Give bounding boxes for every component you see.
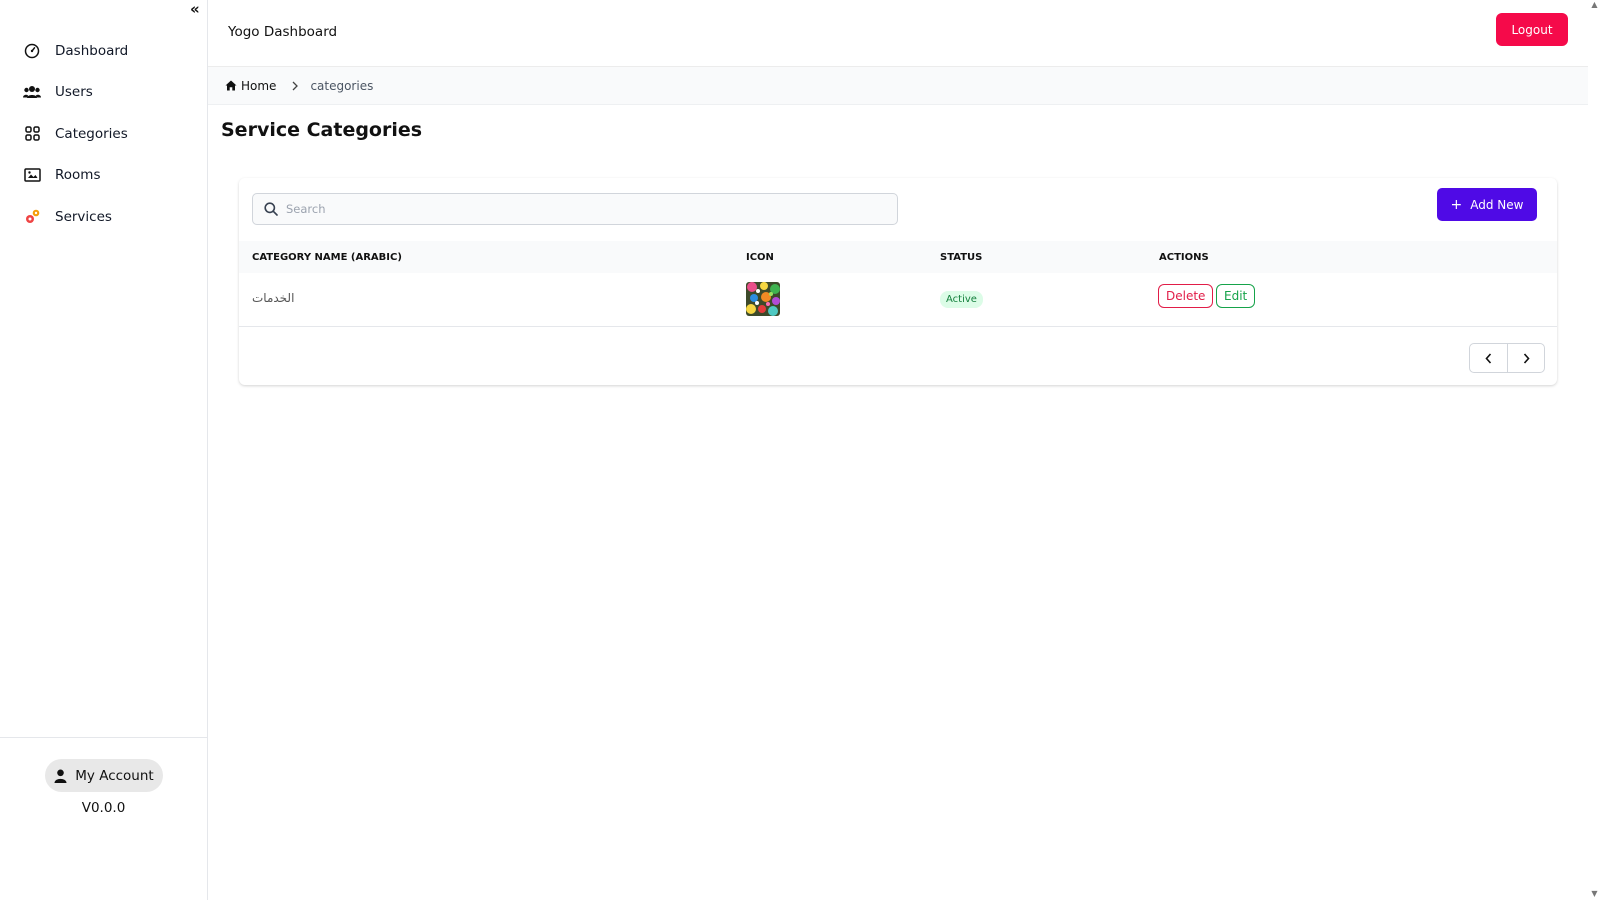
rooms-icon (23, 166, 41, 184)
edit-button[interactable]: Edit (1216, 284, 1256, 308)
categories-icon (23, 125, 41, 143)
my-account-button[interactable]: My Account (45, 759, 163, 792)
sidebar-item-rooms[interactable]: Rooms (0, 155, 207, 197)
pagination (1469, 343, 1545, 373)
breadcrumb-home-label: Home (241, 78, 277, 93)
sidebar-item-label: Rooms (55, 167, 101, 184)
sidebar-item-label: Dashboard (55, 42, 129, 59)
search-icon (264, 202, 278, 216)
sidebar-item-label: Services (55, 208, 112, 225)
breadcrumb-current: categories (310, 78, 374, 93)
sidebar-item-dashboard[interactable]: Dashboard (0, 30, 207, 72)
add-new-button[interactable]: + Add New (1437, 188, 1537, 221)
collapse-sidebar-icon[interactable]: « (190, 1, 200, 17)
status-badge: Active (940, 291, 983, 308)
app-title: Yogo Dashboard (228, 24, 338, 40)
column-header: ICON (746, 252, 774, 263)
category-icon-thumbnail (746, 282, 780, 316)
column-header: STATUS (940, 252, 983, 263)
column-header: CATEGORY NAME (ARABIC) (252, 252, 402, 263)
plus-icon: + (1450, 196, 1463, 213)
app-version: V0.0.0 (81, 800, 126, 816)
top-header: Yogo Dashboard Logout (208, 0, 1588, 67)
column-header: ACTIONS (1159, 252, 1209, 263)
page-title: Service Categories (221, 119, 423, 141)
dashboard-icon (23, 42, 41, 60)
my-account-label: My Account (75, 767, 154, 784)
sidebar-item-label: Categories (55, 125, 128, 142)
next-page-button[interactable] (1507, 344, 1544, 372)
previous-page-button[interactable] (1470, 344, 1507, 372)
table-row: الخدمات Active Delete Edit (239, 273, 1557, 327)
breadcrumb: Home categories (208, 67, 1588, 105)
scroll-down-arrow[interactable]: ▼ (1589, 889, 1600, 899)
category-name-cell: الخدمات (252, 291, 295, 305)
home-icon (225, 80, 237, 91)
sidebar-nav: Dashboard Users Categories Rooms Service… (0, 30, 207, 238)
categories-card: + Add New CATEGORY NAME (ARABIC) ICON ST… (239, 178, 1557, 385)
sidebar-footer: My Account V0.0.0 (0, 737, 207, 900)
add-new-label: Add New (1470, 197, 1524, 212)
delete-button[interactable]: Delete (1158, 284, 1214, 308)
table-header: CATEGORY NAME (ARABIC) ICON STATUS ACTIO… (239, 241, 1557, 273)
sidebar: « Dashboard Users Categories Rooms Servi… (0, 0, 208, 900)
sidebar-item-services[interactable]: Services (0, 196, 207, 238)
search-input[interactable] (286, 202, 876, 216)
user-icon (54, 769, 67, 783)
chevron-right-icon (1523, 352, 1530, 364)
sidebar-item-categories[interactable]: Categories (0, 113, 207, 155)
sidebar-item-users[interactable]: Users (0, 72, 207, 114)
sidebar-item-label: Users (55, 84, 93, 101)
logout-button[interactable]: Logout (1496, 13, 1568, 46)
services-icon (23, 208, 41, 226)
chevron-right-icon (292, 81, 299, 91)
chevron-left-icon (1485, 352, 1492, 364)
scroll-up-arrow[interactable]: ▲ (1589, 0, 1600, 10)
users-icon (23, 83, 41, 101)
search-box (252, 193, 898, 225)
breadcrumb-home-link[interactable]: Home (225, 79, 276, 93)
